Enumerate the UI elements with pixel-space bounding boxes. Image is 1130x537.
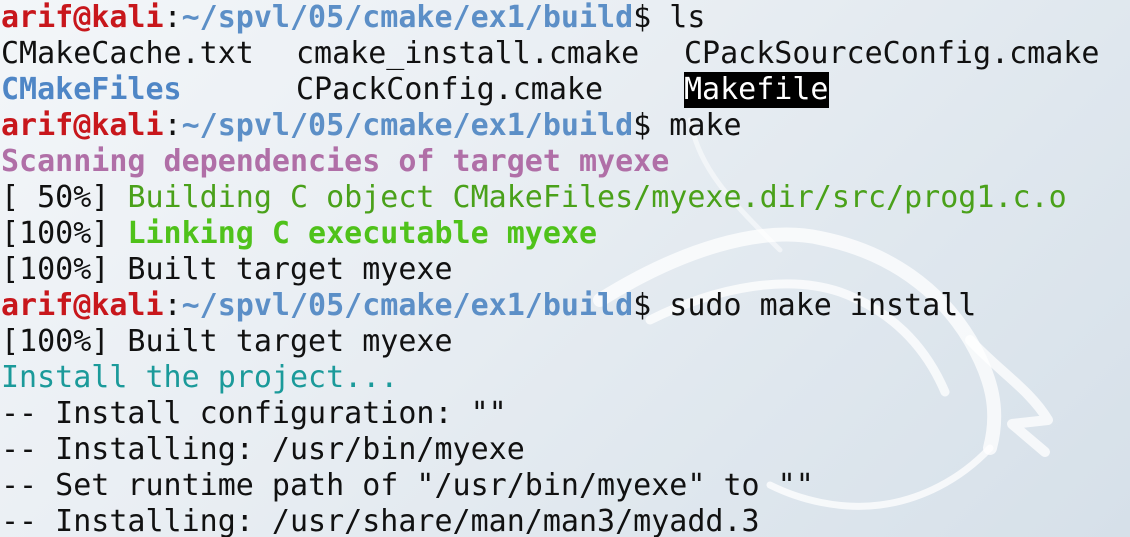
command-ls: ls	[651, 0, 706, 35]
directory-entry: CMakeFiles	[1, 72, 182, 107]
progress-prefix: [100%]	[1, 216, 128, 251]
command-make: make	[651, 108, 742, 143]
prompt-user-host: arif@kali	[1, 288, 164, 323]
prompt-symbol: $	[633, 108, 652, 143]
prompt-user-host: arif@kali	[1, 108, 164, 143]
ls-output-row: CMakeFiles CPackConfig.cmake Makefile	[0, 72, 1130, 108]
building-line: [ 50%] Building C object CMakeFiles/myex…	[0, 180, 1130, 216]
install-config-line: -- Install configuration: ""	[1, 396, 507, 431]
install-project-line: Install the project...	[1, 360, 399, 395]
prompt-path: ~/spvl/05/cmake/ex1/build	[181, 0, 634, 35]
file-entry: CPackSourceConfig.cmake	[684, 36, 1100, 71]
scanning-line: Scanning dependencies of target myexe	[1, 144, 670, 179]
prompt-line: arif@kali:~/spvl/05/cmake/ex1/build$ mak…	[0, 108, 1130, 144]
prompt-colon: :	[163, 288, 182, 323]
prompt-line: arif@kali:~/spvl/05/cmake/ex1/build$ ls	[0, 0, 1130, 36]
installing-man-line: -- Installing: /usr/share/man/man3/myadd…	[1, 504, 760, 537]
linking-text: Linking C executable myexe	[127, 216, 598, 251]
progress-prefix: [ 50%]	[1, 180, 128, 215]
prompt-path: ~/spvl/05/cmake/ex1/build	[181, 108, 634, 143]
built-target-line: [100%] Built target myexe	[1, 252, 453, 287]
prompt-user-host: arif@kali	[1, 0, 164, 35]
built-target-line: [100%] Built target myexe	[1, 324, 453, 359]
prompt-symbol: $	[633, 0, 652, 35]
prompt-colon: :	[163, 108, 182, 143]
runtime-path-line: -- Set runtime path of "/usr/bin/myexe" …	[1, 468, 814, 503]
linking-line: [100%] Linking C executable myexe	[0, 216, 1130, 252]
prompt-colon: :	[163, 0, 182, 35]
file-entry-highlighted: Makefile	[684, 72, 829, 108]
file-entry: CPackConfig.cmake	[296, 72, 604, 107]
file-entry: cmake_install.cmake	[296, 36, 640, 71]
prompt-path: ~/spvl/05/cmake/ex1/build	[181, 288, 634, 323]
installing-bin-line: -- Installing: /usr/bin/myexe	[1, 432, 525, 467]
ls-output-row: CMakeCache.txt cmake_install.cmake CPackSo…	[0, 36, 1130, 72]
terminal-output: arif@kali:~/spvl/05/cmake/ex1/build$ ls …	[0, 0, 1130, 537]
building-text: Building C object CMakeFiles/myexe.dir/s…	[127, 180, 1067, 215]
command-install: sudo make install	[651, 288, 977, 323]
file-entry: CMakeCache.txt	[1, 36, 254, 71]
prompt-symbol: $	[633, 288, 652, 323]
prompt-line: arif@kali:~/spvl/05/cmake/ex1/build$ sud…	[0, 288, 1130, 324]
